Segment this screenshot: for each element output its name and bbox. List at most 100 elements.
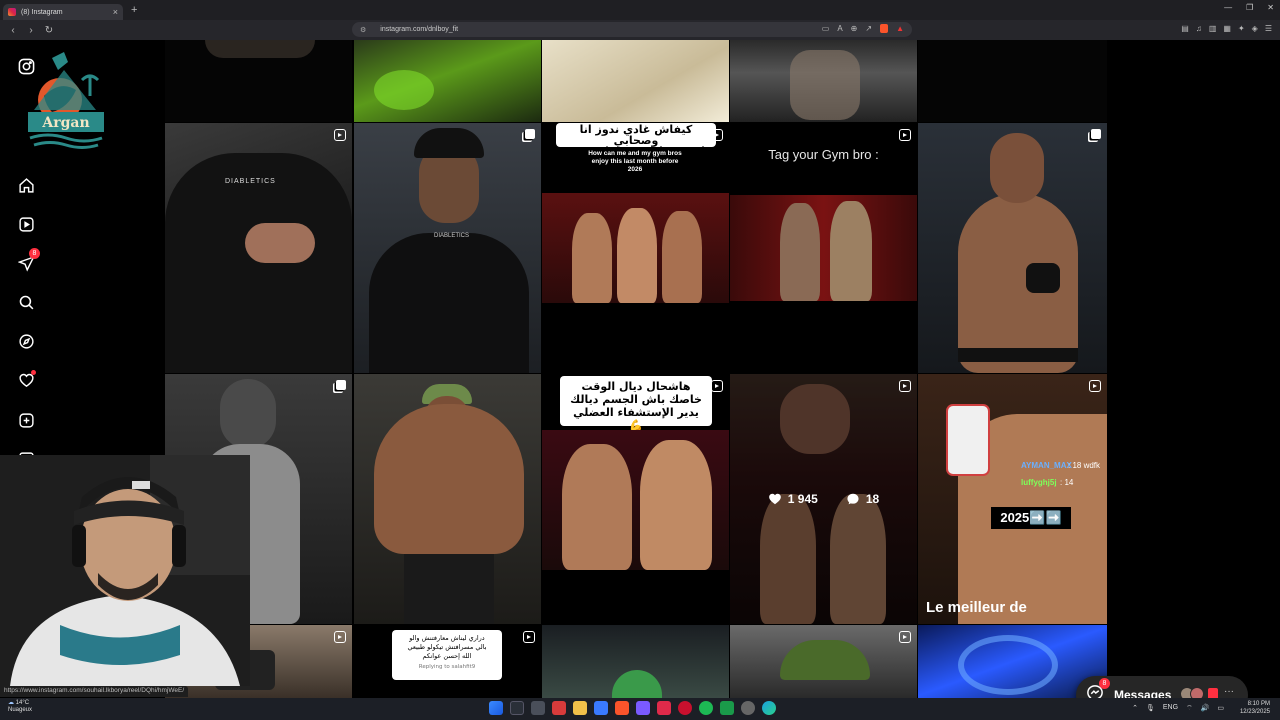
status-bar-url: https://www.instagram.com/souhail.lkbory… <box>0 686 189 697</box>
language-indicator[interactable]: ENG <box>1163 704 1178 713</box>
tabs-icon[interactable]: ▦ <box>1223 24 1231 33</box>
avatar <box>1190 687 1204 698</box>
post-caption-meilleur: Le meilleur de <box>926 599 1027 616</box>
explore-icon[interactable] <box>16 331 36 351</box>
rewards-icon[interactable]: ▲ <box>896 24 904 33</box>
volume-icon[interactable]: 🔊 <box>1201 704 1210 713</box>
sidebar-toggle-icon[interactable]: ▥ <box>1209 24 1217 33</box>
argan-logo: Argan <box>24 50 108 160</box>
post-tile[interactable]: AYMAN_MAX : 18 wdfk luffyghj5j : 14 2025… <box>918 374 1107 624</box>
forward-icon[interactable]: › <box>26 25 36 36</box>
year-sticker: 2025➡️➡️ <box>991 507 1071 529</box>
wifi-icon[interactable]: ⌔ <box>1186 704 1193 713</box>
url-text: instagram.com/dnlboy_fit <box>380 26 459 33</box>
comment-user1-text: : 18 wdfk <box>1068 461 1101 470</box>
instagram-favicon-icon <box>8 8 16 16</box>
extensions-icon[interactable]: ✦ <box>1238 24 1245 33</box>
maximize-icon[interactable]: ❐ <box>1246 3 1253 12</box>
reload-icon[interactable]: ↻ <box>44 25 54 36</box>
wallet-icon[interactable]: ▤ <box>1181 24 1189 33</box>
more-dots-icon[interactable]: ··· <box>1224 686 1234 697</box>
app-icon[interactable] <box>720 701 734 715</box>
clock-date: 12/23/2025 <box>1239 709 1270 715</box>
reel-icon <box>711 129 723 141</box>
address-bar[interactable]: ⚙ instagram.com/dnlboy_fit ▭ A ⊕ ↗ ▲ <box>352 22 912 37</box>
post-tile[interactable] <box>542 40 729 122</box>
post-tile[interactable] <box>542 625 729 698</box>
post-tile[interactable] <box>354 40 541 122</box>
brave-shield-icon[interactable] <box>880 24 889 33</box>
task-view-icon[interactable] <box>531 701 545 715</box>
share-icon[interactable]: ↗ <box>865 24 872 33</box>
post-tile[interactable]: DIABLETICS <box>354 123 541 373</box>
reel-icon <box>711 380 723 392</box>
tray-chevron-icon[interactable]: ⌃ <box>1132 704 1138 713</box>
clock[interactable]: 8:10 PM 12/23/2025 <box>1240 700 1270 716</box>
translate-icon[interactable]: A <box>837 24 842 33</box>
post-tile[interactable]: دراري ليناش معارفتنش والو بالي مسرافتش ت… <box>354 625 541 698</box>
edge-icon[interactable] <box>762 701 776 715</box>
post-tile[interactable]: Tag your Gym bro : <box>730 123 917 373</box>
discord-icon[interactable] <box>636 701 650 715</box>
menu-icon[interactable]: ☰ <box>1265 24 1272 33</box>
app-icon[interactable] <box>657 701 671 715</box>
close-tab-icon[interactable]: × <box>113 7 118 17</box>
back-icon[interactable]: ‹ <box>8 25 18 36</box>
app-icon[interactable] <box>552 701 566 715</box>
home-icon[interactable] <box>16 175 36 195</box>
post-tile[interactable] <box>918 40 1107 122</box>
carousel-icon <box>336 380 346 390</box>
spotify-icon[interactable] <box>699 701 713 715</box>
direct-icon[interactable]: 8 <box>16 248 40 273</box>
brave-browser-icon[interactable] <box>615 701 629 715</box>
messages-badge: 8 <box>1099 677 1110 689</box>
file-explorer-icon[interactable] <box>573 701 587 715</box>
minimize-icon[interactable]: — <box>1224 3 1232 12</box>
reply-label: Replying to salahfit9 <box>418 664 476 670</box>
post-tile[interactable] <box>918 123 1107 373</box>
microphone-icon[interactable]: 🎙 <box>1146 704 1155 713</box>
reel-icon <box>1089 380 1101 392</box>
messenger-icon: 8 <box>1086 677 1110 698</box>
battery-icon[interactable]: ▭ <box>1217 704 1224 713</box>
app-icon[interactable] <box>594 701 608 715</box>
post-tile[interactable] <box>165 40 352 122</box>
notifications-icon[interactable] <box>16 370 36 390</box>
windows-start-icon[interactable] <box>489 701 503 715</box>
post-tile[interactable]: 1 945 18 <box>730 374 917 624</box>
app-icon[interactable] <box>678 701 692 715</box>
post-hover-overlay: 1 945 18 <box>730 374 917 624</box>
messages-button[interactable]: 8 Messages ··· <box>1076 676 1248 698</box>
cast-icon[interactable]: ▭ <box>822 24 830 33</box>
post-tile[interactable] <box>730 40 917 122</box>
post-tile[interactable]: هاشحال ديال الوقت خاصك باش الجسم ديالك ي… <box>542 374 729 624</box>
create-icon[interactable] <box>16 410 36 430</box>
app-icon[interactable] <box>741 701 755 715</box>
post-tile[interactable] <box>730 625 917 698</box>
new-tab-button[interactable]: + <box>131 4 137 16</box>
weather-temp: 14°C <box>15 700 30 706</box>
notification-dot <box>31 370 36 375</box>
browser-toolbar-right: ▤ ♫ ▥ ▦ ✦ ◈ ☰ <box>1181 24 1272 33</box>
search-taskbar-icon[interactable] <box>510 701 524 715</box>
comment-line3: الله إحسن عوانكم <box>422 652 472 660</box>
reels-icon[interactable] <box>16 214 36 234</box>
address-bar-actions: ▭ A ⊕ ↗ ▲ <box>822 24 904 33</box>
post-tile[interactable]: كيفاش غادي ندوز انا وصحابي هاد شهر لي بق… <box>542 123 729 373</box>
zoom-icon[interactable]: ⊕ <box>851 24 858 33</box>
post-tile[interactable]: DIABLETICS <box>165 123 352 373</box>
comment-user2: luffyghj5j <box>1021 478 1057 487</box>
tab-instagram[interactable]: (8) Instagram × <box>3 3 123 21</box>
site-info-icon[interactable]: ⚙ <box>360 26 366 34</box>
reel-icon <box>334 631 346 643</box>
weather-widget[interactable]: ☁ 14°C Nuageux <box>8 700 32 714</box>
media-icon[interactable]: ♫ <box>1196 24 1202 33</box>
post-tile[interactable] <box>354 374 541 624</box>
comment-user2-text: : 14 <box>1060 478 1074 487</box>
vpn-icon[interactable]: ◈ <box>1252 24 1258 33</box>
close-window-icon[interactable]: ✕ <box>1267 3 1274 12</box>
search-icon[interactable] <box>16 292 36 312</box>
carousel-icon <box>1091 129 1101 139</box>
reel-icon <box>899 380 911 392</box>
clock-time: 8:10 PM <box>1247 701 1270 707</box>
